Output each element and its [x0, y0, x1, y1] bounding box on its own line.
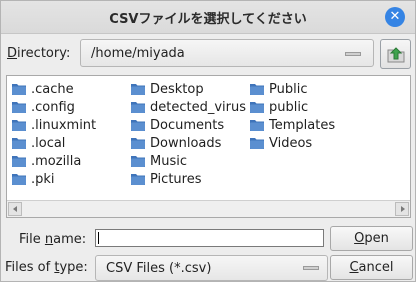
- file-name: .local: [31, 135, 66, 151]
- folder-icon: [131, 120, 145, 131]
- file-name: .cache: [31, 81, 74, 97]
- dialog-title: CSVファイルを選択してください: [109, 12, 307, 27]
- open-label-rest: pen: [364, 231, 389, 246]
- file-column-1: .cache .config .linuxmint .local .mozilla .pk…: [11, 80, 96, 188]
- up-folder-button[interactable]: [380, 39, 411, 69]
- file-name: .pki: [31, 171, 55, 187]
- directory-value: /home/miyada: [91, 46, 185, 61]
- scroll-left-icon[interactable]: [8, 202, 22, 216]
- folder-icon: [12, 102, 26, 113]
- file-column-3: Public public Templates Videos: [249, 80, 335, 152]
- folder-icon: [12, 138, 26, 149]
- file-name: .mozilla: [31, 153, 82, 169]
- folder-icon: [250, 84, 264, 95]
- file-name: public: [269, 99, 309, 115]
- list-item[interactable]: .cache: [11, 80, 96, 98]
- filetype-value: CSV Files (*.csv): [106, 261, 212, 276]
- file-list-pane[interactable]: .cache .config .linuxmint .local .mozilla .pk…: [6, 75, 411, 218]
- cancel-button[interactable]: Cancel: [330, 255, 413, 280]
- folder-icon: [12, 120, 26, 131]
- directory-label-rest: irectory:: [17, 46, 71, 61]
- folder-icon: [12, 84, 26, 95]
- folder-icon: [250, 102, 264, 113]
- directory-label-mnemonic: D: [7, 46, 18, 61]
- open-button[interactable]: Open: [330, 226, 413, 251]
- folder-icon: [250, 120, 264, 131]
- directory-label: Directory:: [7, 46, 70, 61]
- file-name: Templates: [269, 117, 336, 133]
- list-item[interactable]: Desktop: [130, 80, 246, 98]
- filename-label-pre: File: [19, 232, 45, 247]
- filetype-label-pre: Files of: [5, 260, 55, 275]
- list-item[interactable]: Templates: [249, 116, 335, 134]
- horizontal-scrollbar[interactable]: [7, 200, 410, 217]
- list-item[interactable]: Music: [130, 152, 246, 170]
- file-name: .linuxmint: [31, 117, 97, 133]
- filename-label-rest: ame:: [53, 232, 87, 247]
- list-item[interactable]: Videos: [249, 134, 335, 152]
- list-item[interactable]: Pictures: [130, 170, 246, 188]
- close-button[interactable]: ✕: [385, 7, 405, 27]
- list-item[interactable]: .linuxmint: [11, 116, 96, 134]
- file-name: .config: [31, 99, 75, 115]
- folder-icon: [12, 174, 26, 185]
- file-name: Pictures: [150, 171, 202, 187]
- filetype-label-rest: ype:: [59, 260, 88, 275]
- list-item[interactable]: public: [249, 98, 335, 116]
- folder-icon: [131, 84, 145, 95]
- cancel-label-rest: ancel: [358, 260, 394, 275]
- folder-icon: [131, 102, 145, 113]
- file-name: Music: [150, 153, 187, 169]
- folder-icon: [131, 156, 145, 167]
- close-icon: ✕: [389, 9, 401, 24]
- folder-icon: [12, 156, 26, 167]
- folder-icon: [250, 138, 264, 149]
- filename-label-mnemonic: n: [44, 232, 54, 247]
- file-chooser-dialog: CSVファイルを選択してください ✕ Directory: /home/miya…: [0, 0, 416, 282]
- file-name: Documents: [150, 117, 225, 133]
- directory-combo[interactable]: /home/miyada: [80, 39, 374, 67]
- file-name: Desktop: [150, 81, 204, 97]
- list-item[interactable]: Documents: [130, 116, 246, 134]
- title-bar: CSVファイルを選択してください ✕: [1, 1, 415, 34]
- list-item[interactable]: detected_virus: [130, 98, 246, 116]
- file-name: Videos: [269, 135, 313, 151]
- filename-input[interactable]: [95, 229, 324, 247]
- open-mnemonic: O: [354, 231, 365, 246]
- file-name: Public: [269, 81, 308, 97]
- list-item[interactable]: .mozilla: [11, 152, 96, 170]
- folder-icon: [131, 174, 145, 185]
- file-column-2: Desktop detected_virus Documents Downloads M…: [130, 80, 246, 188]
- list-item[interactable]: Downloads: [130, 134, 246, 152]
- scroll-right-icon[interactable]: [395, 202, 409, 216]
- filetype-label: Files of type:: [5, 260, 88, 275]
- file-name: Downloads: [150, 135, 222, 151]
- list-item[interactable]: .pki: [11, 170, 96, 188]
- list-item[interactable]: .config: [11, 98, 96, 116]
- list-item[interactable]: Public: [249, 80, 335, 98]
- combo-dropdown-icon: [303, 266, 319, 270]
- up-folder-icon: [387, 47, 405, 63]
- folder-icon: [131, 138, 145, 149]
- file-name: detected_virus: [150, 99, 247, 115]
- combo-dropdown-icon: [345, 52, 361, 56]
- text-caret: [98, 232, 99, 244]
- filetype-combo[interactable]: CSV Files (*.csv): [95, 255, 328, 281]
- filename-label: File name:: [19, 232, 86, 247]
- list-item[interactable]: .local: [11, 134, 96, 152]
- cancel-mnemonic: C: [349, 260, 359, 275]
